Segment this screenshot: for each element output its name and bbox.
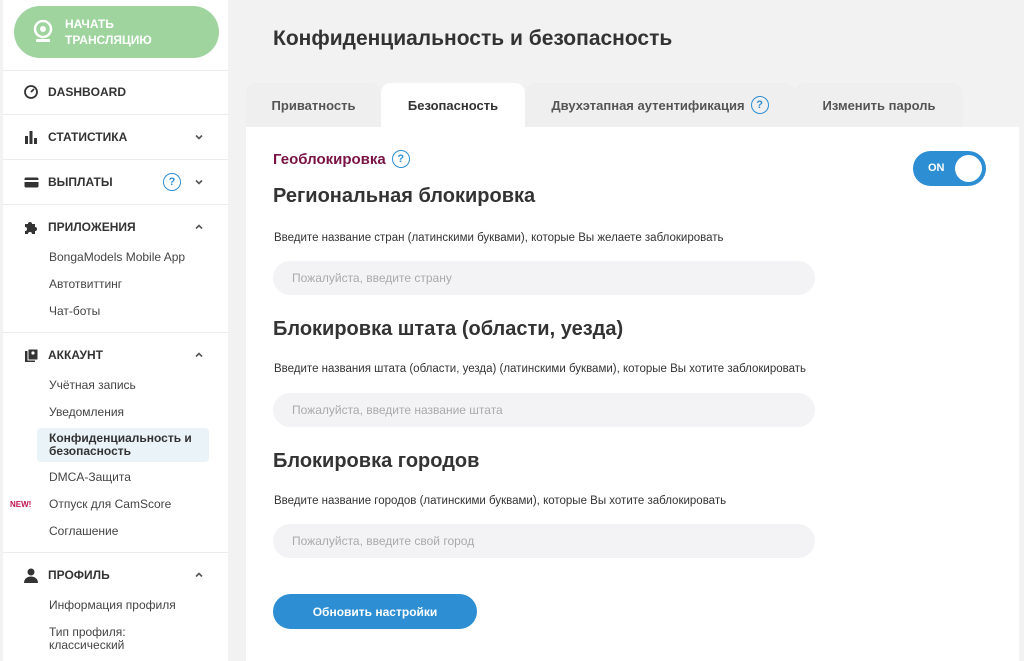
- country-input[interactable]: [273, 261, 815, 295]
- chevron-down-icon: [195, 134, 203, 140]
- tab-label: Приватность: [271, 97, 356, 113]
- chevron-up-icon: [195, 352, 203, 358]
- help-icon[interactable]: ?: [750, 96, 769, 114]
- chevron-down-icon: [195, 179, 203, 185]
- start-stream-label: НАЧАТЬ ТРАНСЛЯЦИЮ: [65, 17, 152, 47]
- state-input[interactable]: [273, 393, 815, 427]
- start-stream-button[interactable]: НАЧАТЬ ТРАНСЛЯЦИЮ: [14, 6, 219, 58]
- page-title: Конфиденциальность и безопасность: [273, 27, 673, 50]
- sidebar-item-label: DASHBOARD: [48, 85, 126, 99]
- sidebar: НАЧАТЬ ТРАНСЛЯЦИЮ DASHBOARD СТАТИСТИКА В…: [3, 0, 228, 661]
- account-card-icon: [23, 347, 39, 363]
- divider: [3, 114, 228, 115]
- tab-change-password[interactable]: Изменить пароль: [795, 83, 963, 127]
- sidebar-item-statistics[interactable]: СТАТИСТИКА: [3, 123, 228, 151]
- tab-security[interactable]: Безопасность: [381, 83, 525, 127]
- sidebar-subitem-profile-info[interactable]: Информация профиля: [49, 599, 176, 612]
- help-icon[interactable]: ?: [391, 150, 410, 168]
- update-settings-button[interactable]: Обновить настройки: [273, 594, 477, 629]
- chevron-up-icon: [195, 572, 203, 578]
- regional-blocking-heading: Региональная блокировка: [273, 185, 536, 207]
- sidebar-item-label: АККАУНТ: [48, 348, 103, 362]
- chevron-up-icon: [195, 224, 203, 230]
- sidebar-item-dashboard[interactable]: DASHBOARD: [3, 78, 228, 106]
- divider: [3, 204, 228, 205]
- sidebar-subitem-account-record[interactable]: Учётная запись: [49, 379, 136, 392]
- tab-label: Двухэтапная аутентификация: [551, 97, 745, 113]
- sidebar-subitem-agreement[interactable]: Соглашение: [49, 525, 118, 538]
- sidebar-item-label: ВЫПЛАТЫ: [48, 175, 113, 189]
- sidebar-item-profile[interactable]: ПРОФИЛЬ: [3, 561, 228, 589]
- tab-label: Безопасность: [407, 97, 499, 113]
- sidebar-subitem-notifications[interactable]: Уведомления: [49, 406, 124, 419]
- divider: [3, 552, 228, 553]
- city-blocking-heading: Блокировка городов: [273, 450, 480, 472]
- tab-privacy[interactable]: Приватность: [246, 83, 381, 127]
- wallet-icon: [23, 174, 39, 190]
- webcam-icon: [33, 20, 53, 42]
- geoblocking-label: Геоблокировка: [273, 150, 386, 168]
- sidebar-subitem-chatbots[interactable]: Чат-боты: [49, 305, 100, 318]
- sidebar-item-label: ПРИЛОЖЕНИЯ: [48, 220, 136, 234]
- dashboard-icon: [23, 84, 39, 100]
- user-icon: [23, 567, 39, 583]
- city-blocking-description: Введите название городов (латинскими бук…: [274, 495, 727, 507]
- divider: [3, 332, 228, 333]
- sidebar-subitem-privacy-security[interactable]: Конфиденциальность и безопасность: [37, 428, 209, 462]
- sidebar-subitem-profile-type[interactable]: Тип профиля: классический: [49, 626, 169, 652]
- help-icon[interactable]: ?: [163, 173, 181, 191]
- divider: [3, 159, 228, 160]
- tab-two-factor[interactable]: Двухэтапная аутентификация ?: [525, 83, 795, 127]
- sidebar-subitem-mobile-app[interactable]: BongaModels Mobile App: [49, 251, 185, 264]
- sidebar-item-label: СТАТИСТИКА: [48, 130, 128, 144]
- city-input[interactable]: [273, 524, 815, 558]
- geoblocking-title: Геоблокировка ?: [273, 150, 410, 168]
- regional-blocking-description: Введите название стран (латинскими буква…: [274, 232, 724, 244]
- state-blocking-description: Введите названия штата (области, уезда) …: [274, 363, 807, 375]
- tab-label: Изменить пароль: [822, 97, 936, 113]
- new-badge: NEW!: [10, 500, 32, 509]
- toggle-state-label: ON: [928, 162, 945, 174]
- toggle-knob: [955, 155, 982, 182]
- bar-chart-icon: [23, 129, 39, 145]
- sidebar-item-payouts[interactable]: ВЫПЛАТЫ ?: [3, 168, 228, 196]
- sidebar-item-label: ПРОФИЛЬ: [48, 568, 110, 582]
- puzzle-icon: [23, 219, 39, 235]
- sidebar-item-apps[interactable]: ПРИЛОЖЕНИЯ: [3, 213, 228, 241]
- sidebar-item-account[interactable]: АККАУНТ: [3, 341, 228, 369]
- sidebar-subitem-autotweeting[interactable]: Автотвиттинг: [49, 278, 122, 291]
- geoblocking-toggle[interactable]: ON: [913, 151, 986, 186]
- state-blocking-heading: Блокировка штата (области, уезда): [273, 318, 624, 340]
- sidebar-subitem-camscore-vacation[interactable]: Отпуск для CamScore: [49, 498, 171, 511]
- divider: [3, 70, 228, 71]
- sidebar-subitem-dmca[interactable]: DMCA-Защита: [49, 471, 131, 484]
